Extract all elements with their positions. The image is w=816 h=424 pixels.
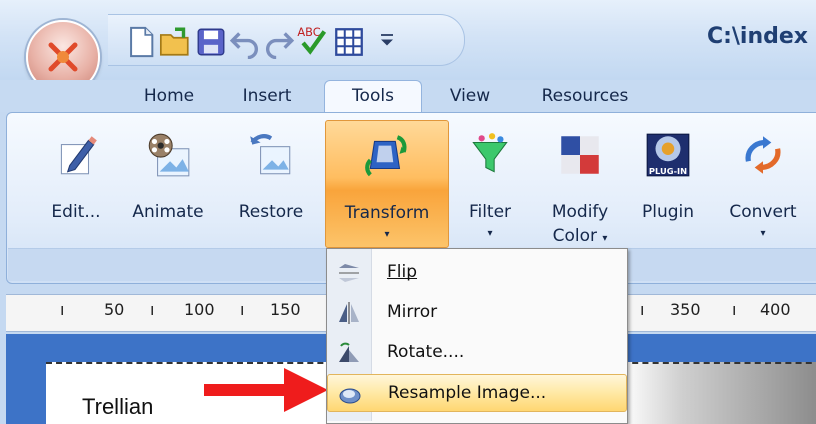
edit-label: Edit... [51, 202, 101, 222]
mirror-label: Mirror [387, 302, 438, 322]
modify-label: Modify [551, 202, 609, 222]
ruler-tick-mark: ı [732, 300, 737, 319]
plugin-button[interactable]: PLUG-IN Plugin [630, 120, 706, 246]
menu-item-rotate[interactable]: Rotate.... [327, 334, 625, 372]
mirror-icon [339, 302, 359, 324]
filter-label: Filter [468, 202, 512, 222]
ruler-tick-label: 50 [104, 300, 125, 319]
transform-label: Transform [344, 203, 430, 223]
save-icon[interactable] [194, 25, 228, 59]
menu-item-flip[interactable]: Flip [327, 254, 625, 292]
edit-button[interactable]: Edit... [38, 120, 114, 246]
film-reel-icon [148, 133, 190, 177]
convert-dropdown-arrow: ▾ [760, 228, 766, 239]
table-icon[interactable] [332, 25, 366, 59]
restore-button[interactable]: Restore [226, 120, 316, 246]
filter-button[interactable]: Filter ▾ [452, 120, 528, 246]
convert-button[interactable]: Convert ▾ [718, 120, 808, 246]
flip-label: Flip [387, 262, 418, 282]
filter-dropdown-arrow: ▾ [487, 228, 493, 239]
app-logo-icon [48, 42, 78, 72]
animate-label: Animate [132, 202, 204, 222]
ruler-tick-mark: ı [60, 300, 65, 319]
rotate-label: Rotate.... [387, 342, 465, 362]
convert-label: Convert [729, 202, 797, 222]
transform-button[interactable]: Transform ▾ [325, 120, 449, 248]
customize-icon[interactable] [378, 29, 396, 47]
ruler-tick-mark: ı [640, 300, 645, 319]
menu-item-mirror[interactable]: Mirror [327, 294, 625, 332]
redo-icon[interactable] [262, 25, 296, 59]
modify-color-label: Modify Color ▾ [536, 200, 624, 251]
tab-resources[interactable]: Resources [520, 80, 650, 112]
transform-dropdown-arrow: ▾ [384, 229, 390, 240]
ruler-tick-label: 150 [270, 300, 301, 319]
restore-image-icon [250, 134, 291, 175]
transform-icon [365, 135, 407, 177]
menu-item-resample-image[interactable]: Resample Image... [327, 374, 627, 412]
restore-label: Restore [238, 202, 304, 222]
svg-text:ABC: ABC [297, 25, 320, 39]
window-title: C:\index [706, 24, 808, 49]
new-document-icon[interactable] [124, 25, 158, 59]
undo-icon[interactable] [228, 25, 262, 59]
color-label: Color [552, 226, 597, 246]
color-swatch-icon [561, 136, 599, 174]
ruler-tick-label: 400 [760, 300, 791, 319]
tab-view[interactable]: View [430, 80, 510, 112]
ruler-tick-mark: ı [240, 300, 245, 319]
convert-arrows-icon [745, 136, 781, 174]
tab-insert[interactable]: Insert [222, 80, 312, 112]
tab-tools[interactable]: Tools [326, 80, 420, 112]
page-text: Trellian [82, 394, 154, 419]
ruler-tick-label: 100 [184, 300, 215, 319]
quick-access-toolbar: ABC [108, 14, 465, 66]
spellcheck-icon[interactable]: ABC [296, 23, 330, 57]
resample-icon [339, 388, 361, 404]
red-pointer-arrow-icon [204, 368, 328, 412]
funnel-filter-icon [472, 133, 508, 173]
page-image[interactable] [622, 362, 816, 424]
modify-color-dropdown-arrow: ▾ [602, 233, 608, 244]
ruler-tick-label: 350 [670, 300, 701, 319]
modify-color-button[interactable]: Modify Color ▾ [536, 120, 624, 246]
tab-home[interactable]: Home [124, 80, 214, 112]
flip-icon [339, 264, 359, 282]
plugin-icon: PLUG-IN [646, 133, 690, 177]
ruler-tick-mark: ı [150, 300, 155, 319]
resample-label: Resample Image... [388, 383, 547, 403]
open-folder-icon[interactable] [158, 25, 192, 59]
rotate-icon [339, 342, 359, 362]
animate-button[interactable]: Animate [120, 120, 216, 246]
plugin-badge-text: PLUG-IN [649, 166, 687, 176]
plugin-label: Plugin [641, 202, 695, 222]
pencil-edit-icon [60, 136, 97, 175]
